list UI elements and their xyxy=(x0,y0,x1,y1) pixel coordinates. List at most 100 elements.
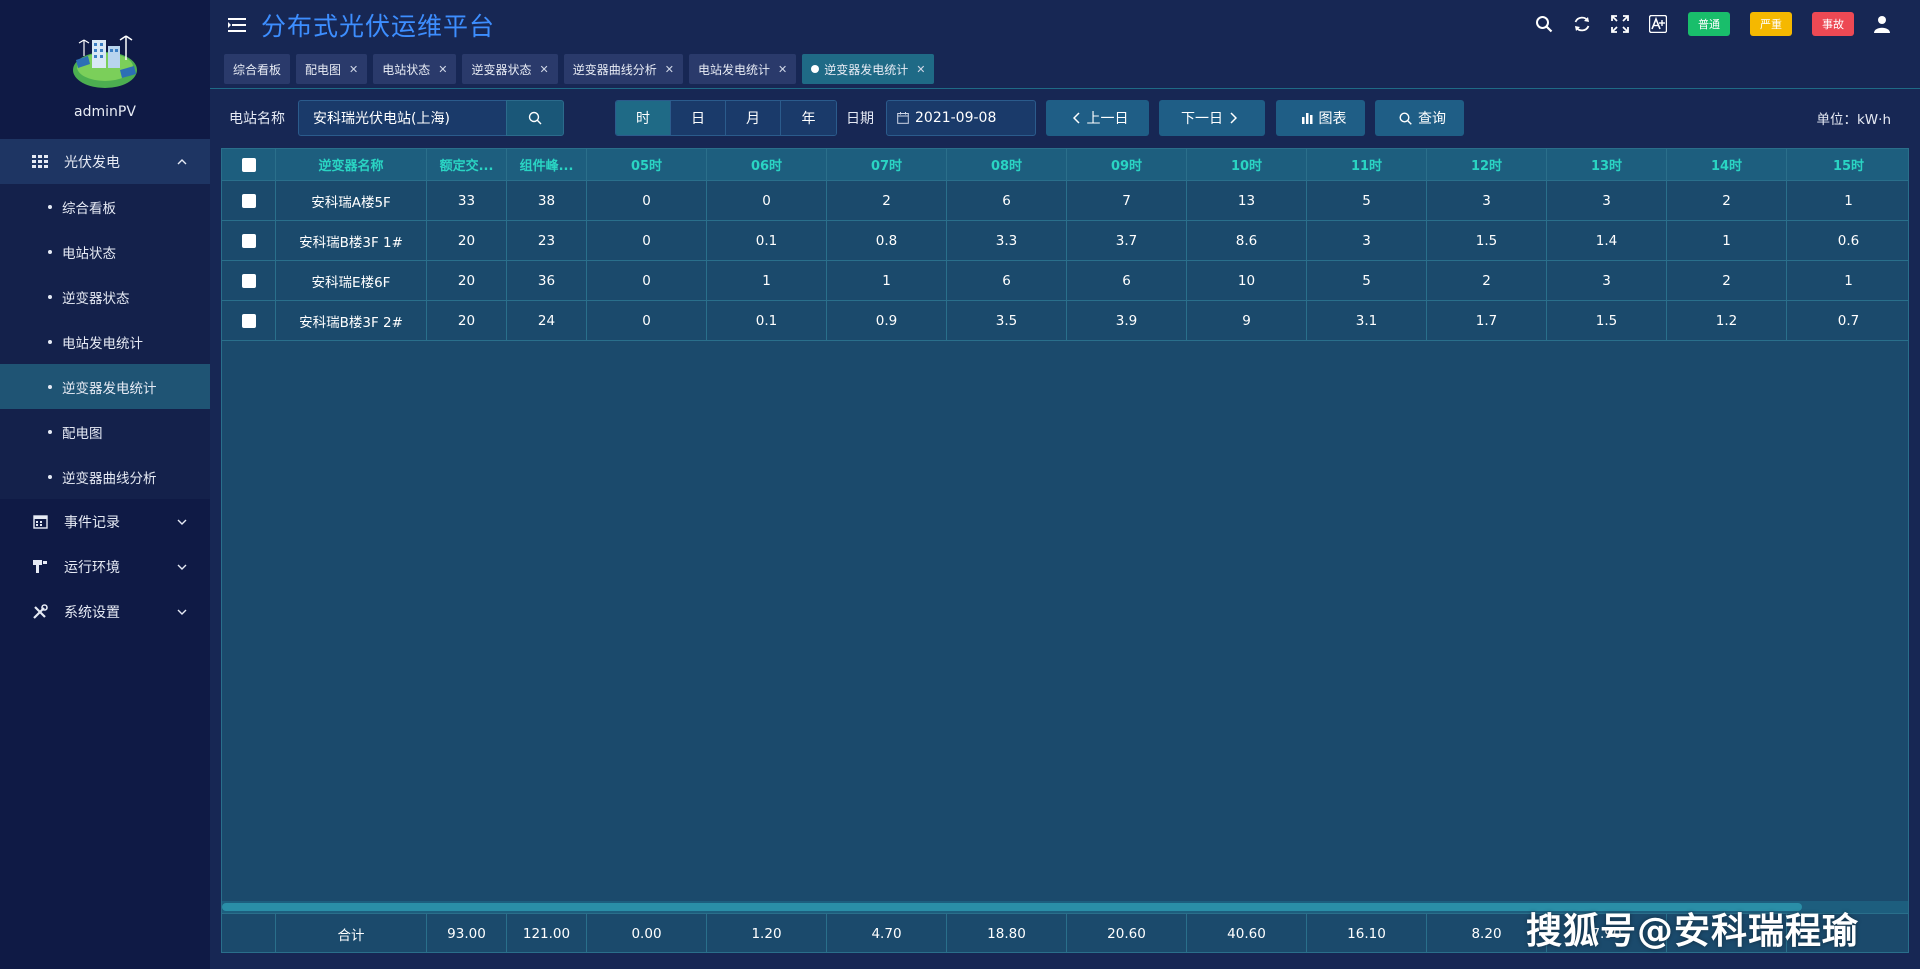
chart-button[interactable]: 图表 xyxy=(1276,100,1365,136)
normal-alarm-badge[interactable]: 普通 xyxy=(1688,12,1730,36)
sidebar-item-dashboard[interactable]: 综合看板 xyxy=(0,184,210,229)
period-hour-button[interactable]: 时 xyxy=(616,101,671,135)
table-cell: 1.5 xyxy=(1547,301,1667,340)
table-row[interactable]: 安科瑞B楼3F 1# 20 23 0 0.1 0.8 3.3 3.7 8.6 3 1.5 1.4 1 0.… xyxy=(222,221,1908,261)
tab-station-stats[interactable]: 电站发电统计 ✕ xyxy=(688,54,797,84)
table-cell: 安科瑞B楼3F 2# xyxy=(276,301,427,340)
nav-group-events[interactable]: 事件记录 xyxy=(0,499,210,544)
total-cell: 40.60 xyxy=(1187,914,1307,952)
period-month-button[interactable]: 月 xyxy=(726,101,781,135)
table-cell: 1 xyxy=(707,261,827,300)
table-cell: 安科瑞B楼3F 1# xyxy=(276,221,427,260)
bar-chart-icon xyxy=(1301,113,1312,124)
table-cell: 0.7 xyxy=(1787,301,1908,340)
row-select-cell xyxy=(222,221,276,260)
table-cell: 6 xyxy=(947,261,1067,300)
table-row[interactable]: 安科瑞A楼5F 33 38 0 0 2 6 7 13 5 3 3 2 1 xyxy=(222,181,1908,221)
table-cell: 36 xyxy=(507,261,587,300)
table-cell: 1 xyxy=(1787,261,1908,300)
table-row[interactable]: 安科瑞E楼6F 20 36 0 1 1 6 6 10 5 2 3 2 1 xyxy=(222,261,1908,301)
table-cell: 3.3 xyxy=(947,221,1067,260)
tab-label: 综合看板 xyxy=(233,62,282,77)
prev-day-button[interactable]: 上一日 xyxy=(1046,100,1149,136)
tab-inverter-curve[interactable]: 逆变器曲线分析 ✕ xyxy=(563,54,683,84)
period-year-button[interactable]: 年 xyxy=(781,101,836,135)
footer-spacer-cell xyxy=(222,914,276,952)
sidebar-item-label: 逆变器曲线分析 xyxy=(62,470,157,487)
menu-toggle-icon[interactable] xyxy=(227,16,247,34)
row-checkbox[interactable] xyxy=(241,193,256,208)
query-button[interactable]: 查询 xyxy=(1375,100,1464,136)
close-icon[interactable]: ✕ xyxy=(540,63,549,76)
font-size-icon[interactable] xyxy=(1648,14,1668,34)
tab-bar: 综合看板 配电图 ✕ 电站状态 ✕ 逆变器状态 ✕ 逆变器曲线分析 ✕ 电站发电统计 ✕ … xyxy=(224,54,940,84)
bullet-icon xyxy=(48,249,52,254)
close-icon[interactable]: ✕ xyxy=(916,63,925,76)
nav-group-label: 光伏发电 xyxy=(64,154,120,171)
tab-station-status[interactable]: 电站状态 ✕ xyxy=(373,54,457,84)
total-label: 合计 xyxy=(276,914,427,952)
table-cell: 38 xyxy=(507,181,587,220)
select-all-checkbox[interactable] xyxy=(241,157,256,172)
nav-group-environment[interactable]: 运行环境 xyxy=(0,544,210,589)
sidebar-item-inverter-stats[interactable]: 逆变器发电统计 xyxy=(0,364,210,409)
table-cell: 6 xyxy=(1067,261,1187,300)
user-icon[interactable] xyxy=(1872,14,1892,34)
total-cell: 20.60 xyxy=(1067,914,1187,952)
row-checkbox[interactable] xyxy=(241,273,256,288)
bullet-icon xyxy=(48,429,52,434)
nav-group-label: 事件记录 xyxy=(64,514,120,531)
severe-alarm-badge[interactable]: 严重 xyxy=(1750,12,1792,36)
accident-alarm-badge[interactable]: 事故 xyxy=(1812,12,1854,36)
table-cell: 3.9 xyxy=(1067,301,1187,340)
nav-group-label: 运行环境 xyxy=(64,559,120,576)
row-checkbox[interactable] xyxy=(241,313,256,328)
close-icon[interactable]: ✕ xyxy=(665,63,674,76)
table-cell: 0.1 xyxy=(707,301,827,340)
next-day-button[interactable]: 下一日 xyxy=(1159,100,1265,136)
table-cell: 3.7 xyxy=(1067,221,1187,260)
chevron-down-icon xyxy=(174,514,190,530)
station-search-button[interactable] xyxy=(506,100,564,136)
row-checkbox[interactable] xyxy=(241,233,256,248)
table-cell: 0.6 xyxy=(1787,221,1908,260)
unit-label: 单位：kW·h xyxy=(1816,112,1891,128)
sidebar-item-label: 配电图 xyxy=(62,425,103,442)
chart-button-label: 图表 xyxy=(1318,111,1347,127)
tab-inverter-status[interactable]: 逆变器状态 ✕ xyxy=(462,54,558,84)
sidebar-item-distribution-diagram[interactable]: 配电图 xyxy=(0,409,210,454)
date-label: 日期 xyxy=(846,111,874,127)
close-icon[interactable]: ✕ xyxy=(438,63,447,76)
nav-group-settings[interactable]: 系统设置 xyxy=(0,589,210,634)
column-header: 逆变器名称 xyxy=(276,149,427,180)
close-icon[interactable]: ✕ xyxy=(349,63,358,76)
tab-distribution-diagram[interactable]: 配电图 ✕ xyxy=(296,54,368,84)
active-dot-icon xyxy=(811,65,820,73)
sidebar-item-inverter-status[interactable]: 逆变器状态 xyxy=(0,274,210,319)
table-cell: 0 xyxy=(587,301,707,340)
station-select[interactable]: 安科瑞光伏电站(上海) xyxy=(298,100,506,136)
close-icon[interactable]: ✕ xyxy=(778,63,787,76)
grid-icon xyxy=(32,154,48,170)
tab-inverter-stats[interactable]: 逆变器发电统计 ✕ xyxy=(802,54,935,84)
table-cell: 10 xyxy=(1187,261,1307,300)
sidebar-item-inverter-curve[interactable]: 逆变器曲线分析 xyxy=(0,454,210,499)
date-picker[interactable]: 2021-09-08 xyxy=(886,100,1036,136)
sidebar-item-label: 电站状态 xyxy=(62,245,116,262)
period-segmented-control: 时 日 月 年 xyxy=(615,100,837,136)
table-cell: 1.7 xyxy=(1427,301,1547,340)
table-row[interactable]: 安科瑞B楼3F 2# 20 24 0 0.1 0.9 3.5 3.9 9 3.1 1.7 1.5 1.2… xyxy=(222,301,1908,341)
tab-dashboard[interactable]: 综合看板 xyxy=(224,54,291,84)
nav-group-pv[interactable]: 光伏发电 xyxy=(0,139,210,184)
tab-label: 电站状态 xyxy=(382,62,431,77)
sidebar-item-label: 电站发电统计 xyxy=(62,335,143,352)
search-icon[interactable] xyxy=(1534,14,1554,34)
sidebar-item-station-stats[interactable]: 电站发电统计 xyxy=(0,319,210,364)
table-cell: 0 xyxy=(587,261,707,300)
refresh-icon[interactable] xyxy=(1572,14,1592,34)
row-select-cell xyxy=(222,301,276,340)
tab-divider xyxy=(210,88,1920,89)
sidebar-item-station-status[interactable]: 电站状态 xyxy=(0,229,210,274)
period-day-button[interactable]: 日 xyxy=(671,101,726,135)
fullscreen-icon[interactable] xyxy=(1610,14,1630,34)
